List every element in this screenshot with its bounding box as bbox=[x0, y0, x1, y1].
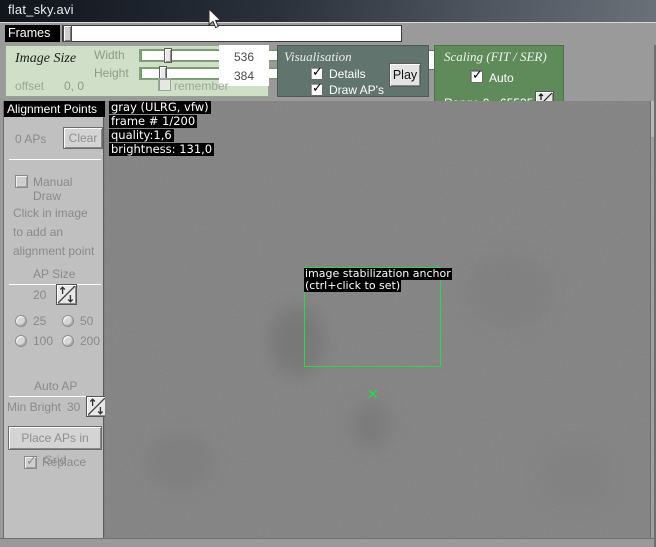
ap-size-spinner-icon[interactable] bbox=[56, 284, 77, 305]
image-blotch bbox=[535, 441, 615, 511]
auto-scaling-label: Auto bbox=[489, 71, 514, 85]
auto-ap-label: Auto AP bbox=[34, 379, 77, 393]
details-checkbox[interactable]: ✓ bbox=[310, 67, 323, 80]
height-label: Height bbox=[94, 66, 129, 80]
image-info-overlay: gray (ULRG, vfw) frame # 1/200 quality:1… bbox=[109, 101, 214, 157]
alignment-points-sidebar: Alignment Points 0 APs Clear Manual Draw… bbox=[3, 101, 104, 538]
hint-line-3: alignment point bbox=[13, 244, 94, 258]
info-line-frame: frame # 1/200 bbox=[109, 115, 197, 128]
draw-aps-label: Draw AP's bbox=[329, 83, 384, 97]
width-slider-thumb[interactable] bbox=[164, 48, 172, 63]
ap-size-label: AP Size bbox=[33, 267, 75, 281]
ap-count-label: 0 APs bbox=[15, 132, 46, 146]
info-line-format: gray (ULRG, vfw) bbox=[109, 101, 211, 114]
top-control-strip: Frames 1 Image Size Width 536 Height 384… bbox=[0, 23, 656, 101]
manual-draw-label: Manual Draw bbox=[33, 175, 103, 203]
ap-size-value: 20 bbox=[33, 288, 46, 302]
clear-button[interactable]: Clear bbox=[63, 127, 103, 149]
check-icon: ✓ bbox=[472, 69, 483, 82]
offset-value: 0, 0 bbox=[64, 79, 84, 93]
image-blotch bbox=[351, 401, 391, 449]
visualisation-header: Visualisation bbox=[284, 49, 352, 65]
image-size-header: Image Size bbox=[15, 51, 76, 67]
remember-checkbox[interactable] bbox=[158, 78, 171, 91]
check-icon: ✓ bbox=[312, 82, 323, 95]
ap-size-option-25: 25 bbox=[33, 314, 46, 328]
play-button[interactable]: Play bbox=[389, 63, 421, 87]
manual-draw-checkbox[interactable] bbox=[15, 175, 28, 188]
frames-label: Frames bbox=[5, 25, 60, 42]
application-window: flat_sky.avi Frames 1 Image Size Width 5… bbox=[0, 0, 656, 547]
up-down-arrow-icon bbox=[87, 397, 106, 416]
info-line-quality: quality:1,6 bbox=[109, 129, 174, 142]
width-label: Width bbox=[94, 48, 125, 62]
client-area: Frames 1 Image Size Width 536 Height 384… bbox=[0, 22, 656, 547]
hint-line-1: Click in image bbox=[13, 206, 88, 220]
info-line-brightness: brightness: 131,0 bbox=[109, 143, 214, 156]
frames-scrollbar-thumb[interactable] bbox=[63, 25, 72, 42]
ap-size-radio-25[interactable] bbox=[15, 315, 27, 327]
min-bright-value: 30 bbox=[67, 400, 80, 414]
image-size-panel: Image Size Width 536 Height 384 offset 0… bbox=[5, 45, 269, 97]
window-title: flat_sky.avi bbox=[8, 2, 74, 17]
min-bright-label: Min Bright bbox=[7, 400, 61, 414]
remember-label: remember bbox=[174, 79, 229, 93]
divider bbox=[9, 159, 101, 160]
hint-line-2: to add an bbox=[13, 225, 63, 239]
replace-label: Replace bbox=[42, 455, 86, 469]
visualisation-panel: Visualisation ✓ Details ✓ Draw AP's Play bbox=[277, 45, 429, 97]
image-preview-canvas[interactable]: gray (ULRG, vfw) frame # 1/200 quality:1… bbox=[105, 101, 650, 547]
anchor-center-marker-icon: ✕ bbox=[367, 387, 379, 403]
replace-checkbox[interactable]: ✓ bbox=[24, 456, 37, 469]
ap-size-option-50: 50 bbox=[80, 314, 93, 328]
place-aps-in-grid-button[interactable]: Place APs in Grid bbox=[8, 426, 102, 450]
check-icon: ✓ bbox=[312, 66, 323, 79]
mouse-cursor-icon bbox=[208, 8, 222, 30]
ap-size-radio-50[interactable] bbox=[62, 315, 74, 327]
check-icon: ✓ bbox=[26, 454, 37, 467]
offset-label: offset bbox=[15, 79, 44, 93]
ap-size-option-200: 200 bbox=[80, 334, 100, 348]
ap-size-option-100: 100 bbox=[33, 334, 53, 348]
window-title-bar: flat_sky.avi bbox=[0, 0, 656, 22]
divider bbox=[9, 284, 101, 285]
ap-size-radio-200[interactable] bbox=[62, 335, 74, 347]
ap-size-radio-100[interactable] bbox=[15, 335, 27, 347]
image-blotch bbox=[145, 431, 215, 491]
auto-scaling-checkbox[interactable]: ✓ bbox=[470, 70, 483, 83]
bottom-status-bar bbox=[0, 538, 656, 547]
draw-aps-checkbox[interactable]: ✓ bbox=[310, 83, 323, 96]
details-label: Details bbox=[329, 67, 366, 81]
frames-scrollbar[interactable] bbox=[62, 25, 402, 42]
alignment-points-header: Alignment Points bbox=[4, 101, 105, 117]
min-bright-spinner-icon[interactable] bbox=[86, 396, 107, 417]
left-frame-edge bbox=[0, 45, 3, 547]
image-stabilization-anchor-label: image stabilization anchor (ctrl+click t… bbox=[304, 268, 452, 292]
anchor-label-line-2: (ctrl+click to set) bbox=[304, 280, 401, 292]
up-down-arrow-icon bbox=[57, 285, 76, 304]
scaling-header: Scaling (FIT / SER) bbox=[444, 49, 547, 65]
image-blotch bbox=[465, 251, 555, 331]
